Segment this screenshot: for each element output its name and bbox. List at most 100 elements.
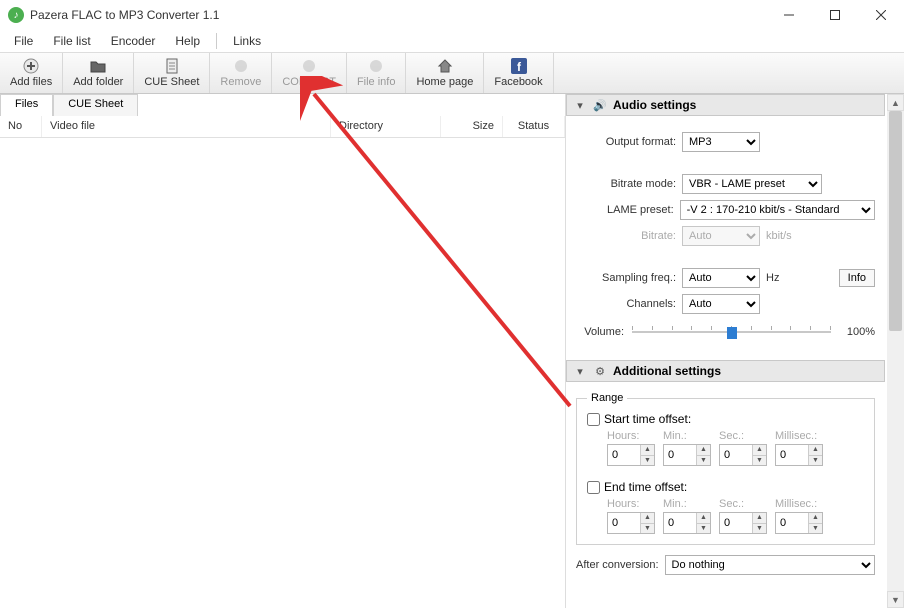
scroll-down-button[interactable]: ▼	[887, 591, 904, 608]
facebook-button[interactable]: f Facebook	[484, 53, 553, 93]
tab-cue[interactable]: CUE Sheet	[53, 94, 138, 116]
circle-icon	[368, 58, 384, 74]
home-icon	[437, 58, 453, 74]
tab-files[interactable]: Files	[0, 94, 53, 116]
output-format-select[interactable]: MP3	[682, 132, 760, 152]
home-page-button[interactable]: Home page	[406, 53, 484, 93]
volume-slider[interactable]	[632, 322, 831, 342]
col-size[interactable]: Size	[441, 116, 503, 137]
remove-label: Remove	[220, 76, 261, 88]
channels-select[interactable]: Auto	[682, 294, 760, 314]
settings-panel: ▾ 🔊 Audio settings Output format: MP3 Bi…	[566, 94, 904, 608]
spin-up[interactable]: ▲	[640, 445, 654, 456]
cue-sheet-label: CUE Sheet	[144, 76, 199, 88]
col-no[interactable]: No	[0, 116, 42, 137]
scroll-track[interactable]	[887, 111, 904, 591]
lame-preset-select[interactable]: -V 2 : 170-210 kbit/s - Standard	[680, 200, 875, 220]
bitrate-mode-select[interactable]: VBR - LAME preset	[682, 174, 822, 194]
sec-label: Sec.:	[719, 430, 767, 442]
add-files-button[interactable]: Add files	[0, 53, 63, 93]
bitrate-label: Bitrate:	[576, 230, 676, 242]
additional-settings-header[interactable]: ▾ ⚙ Additional settings	[566, 360, 885, 382]
titlebar: ♪ Pazera FLAC to MP3 Converter 1.1	[0, 0, 904, 30]
minimize-button[interactable]	[766, 0, 812, 30]
file-tabs: Files CUE Sheet	[0, 94, 565, 116]
document-icon	[164, 58, 180, 74]
menubar: File File list Encoder Help Links	[0, 30, 904, 52]
start-min-spinner[interactable]: ▲▼	[663, 444, 711, 466]
convert-button[interactable]: CONVERT	[272, 53, 347, 93]
plus-icon	[23, 58, 39, 74]
additional-settings-body: Range Start time offset: Hours: Min.: Se…	[566, 388, 885, 591]
col-status[interactable]: Status	[503, 116, 565, 137]
add-folder-label: Add folder	[73, 76, 123, 88]
convert-label: CONVERT	[282, 76, 336, 88]
audio-settings-header[interactable]: ▾ 🔊 Audio settings	[566, 94, 885, 116]
range-legend: Range	[587, 392, 627, 404]
window-title: Pazera FLAC to MP3 Converter 1.1	[30, 8, 766, 22]
after-conversion-label: After conversion:	[576, 559, 659, 571]
close-button[interactable]	[858, 0, 904, 30]
file-info-label: File info	[357, 76, 396, 88]
menu-help[interactable]: Help	[165, 32, 210, 50]
circle-icon	[301, 58, 317, 74]
file-list-body[interactable]	[0, 138, 565, 608]
range-fieldset: Range Start time offset: Hours: Min.: Se…	[576, 392, 875, 545]
add-files-label: Add files	[10, 76, 52, 88]
ms-label: Millisec.:	[775, 430, 823, 442]
audio-settings-title: Audio settings	[613, 98, 696, 112]
facebook-icon: f	[511, 58, 527, 74]
sampling-label: Sampling freq.:	[576, 272, 676, 284]
start-sec-spinner[interactable]: ▲▼	[719, 444, 767, 466]
app-icon: ♪	[8, 7, 24, 23]
info-button[interactable]: Info	[839, 269, 875, 287]
settings-scrollbar[interactable]: ▲ ▼	[887, 94, 904, 608]
remove-button[interactable]: Remove	[210, 53, 272, 93]
add-folder-button[interactable]: Add folder	[63, 53, 134, 93]
menu-file-list[interactable]: File list	[43, 32, 100, 50]
menu-file[interactable]: File	[4, 32, 43, 50]
sampling-unit: Hz	[766, 272, 779, 284]
folder-icon	[90, 58, 106, 74]
scroll-up-button[interactable]: ▲	[887, 94, 904, 111]
end-sec-spinner[interactable]: ▲▼	[719, 512, 767, 534]
bitrate-select: Auto	[682, 226, 760, 246]
scroll-thumb[interactable]	[889, 111, 902, 331]
maximize-button[interactable]	[812, 0, 858, 30]
menu-links[interactable]: Links	[223, 32, 271, 50]
col-directory[interactable]: Directory	[331, 116, 441, 137]
bitrate-mode-label: Bitrate mode:	[576, 178, 676, 190]
facebook-label: Facebook	[494, 76, 542, 88]
start-ms-spinner[interactable]: ▲▼	[775, 444, 823, 466]
lame-preset-label: LAME preset:	[576, 204, 674, 216]
start-hours-spinner[interactable]: ▲▼	[607, 444, 655, 466]
end-hours-spinner[interactable]: ▲▼	[607, 512, 655, 534]
circle-icon	[233, 58, 249, 74]
output-format-label: Output format:	[576, 136, 676, 148]
col-file[interactable]: Video file	[42, 116, 331, 137]
home-page-label: Home page	[416, 76, 473, 88]
collapse-icon: ▾	[573, 98, 587, 112]
end-offset-label: End time offset:	[604, 480, 687, 494]
additional-settings-title: Additional settings	[613, 364, 721, 378]
sampling-select[interactable]: Auto	[682, 268, 760, 288]
start-offset-checkbox[interactable]	[587, 413, 600, 426]
menu-separator	[216, 33, 217, 49]
after-conversion-select[interactable]: Do nothing	[665, 555, 875, 575]
menu-encoder[interactable]: Encoder	[101, 32, 166, 50]
main-body: Files CUE Sheet No Video file Directory …	[0, 94, 904, 608]
file-list-header: No Video file Directory Size Status	[0, 116, 565, 138]
volume-label: Volume:	[576, 326, 624, 338]
end-min-spinner[interactable]: ▲▼	[663, 512, 711, 534]
bitrate-unit: kbit/s	[766, 230, 792, 242]
end-ms-spinner[interactable]: ▲▼	[775, 512, 823, 534]
collapse-icon: ▾	[573, 364, 587, 378]
start-offset-label: Start time offset:	[604, 412, 691, 426]
slider-thumb[interactable]	[727, 327, 737, 339]
audio-settings-body: Output format: MP3 Bitrate mode: VBR - L…	[566, 122, 885, 360]
min-label: Min.:	[663, 430, 711, 442]
spin-down[interactable]: ▼	[640, 456, 654, 466]
file-info-button[interactable]: File info	[347, 53, 407, 93]
end-offset-checkbox[interactable]	[587, 481, 600, 494]
cue-sheet-button[interactable]: CUE Sheet	[134, 53, 210, 93]
